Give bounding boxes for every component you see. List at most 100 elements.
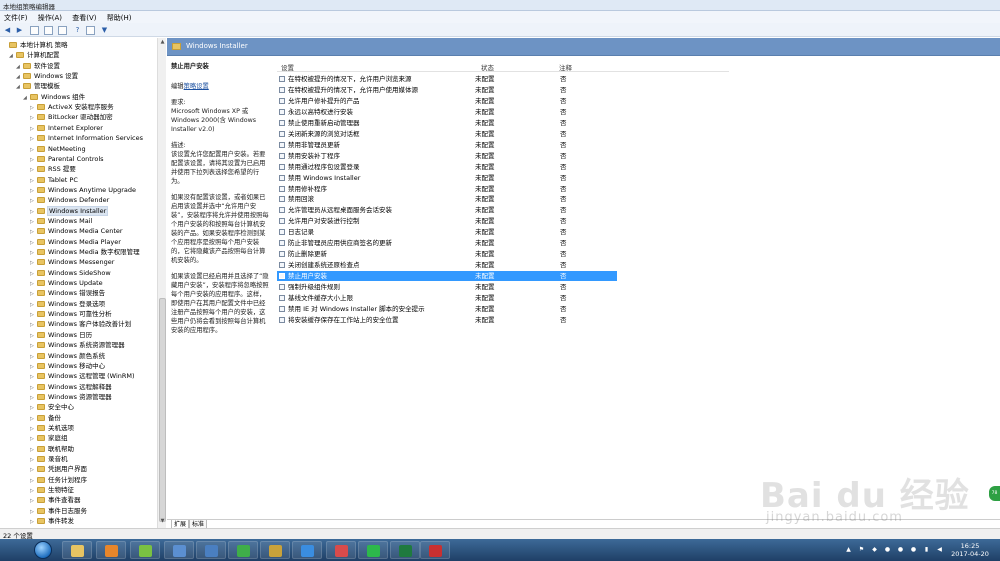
taskbar-app[interactable] xyxy=(292,541,322,559)
scroll-up-icon[interactable]: ▲ xyxy=(159,39,166,47)
tree-item[interactable]: ▷ ActiveX 安装程序服务 xyxy=(30,102,114,112)
tree-item[interactable]: ▷ Windows Installer xyxy=(30,205,109,216)
tree-item[interactable]: ▷ Internet Information Services xyxy=(30,133,143,143)
policy-row[interactable]: 在特权被提升的情况下，允许用户使用媒体源 未配置 否 xyxy=(277,85,617,95)
taskbar-app[interactable] xyxy=(62,541,92,559)
tree-item[interactable]: ▷ Windows Anytime Upgrade xyxy=(30,185,136,195)
policy-row[interactable]: 日志记录 未配置 否 xyxy=(277,227,617,237)
folder-up-icon[interactable] xyxy=(30,26,39,35)
policy-row[interactable]: 防止删除更新 未配置 否 xyxy=(277,249,617,259)
policy-row[interactable]: 关闭新来源的浏览对话框 未配置 否 xyxy=(277,129,617,139)
tree-item[interactable]: ▷ 家庭组 xyxy=(30,433,68,443)
clock[interactable]: 16:25 2017-04-20 xyxy=(950,542,990,558)
tree-item[interactable]: ▷ Parental Controls xyxy=(30,154,104,164)
scroll-down-icon[interactable]: ▼ xyxy=(159,518,166,526)
back-arrow-icon[interactable]: ◀ xyxy=(3,26,12,35)
tree-item[interactable]: ▷ 关机选项 xyxy=(30,423,74,433)
taskbar-app[interactable] xyxy=(260,541,290,559)
edit-policy-link[interactable]: 策略设置 xyxy=(184,83,209,90)
show-hide-tree-icon[interactable] xyxy=(44,26,53,35)
tree-item[interactable]: ▷ 任务计划程序 xyxy=(30,475,87,485)
network-icon[interactable]: ▮ xyxy=(923,546,930,553)
tree-item[interactable]: ▷ Windows 远程解释器 xyxy=(30,382,112,392)
expand-arrow-icon[interactable]: ◢ xyxy=(16,82,23,92)
taskbar-app[interactable] xyxy=(228,541,258,559)
tree-item[interactable]: ▷ Internet Explorer xyxy=(30,123,103,133)
tree-item[interactable]: ▷ Tablet PC xyxy=(30,175,78,185)
expand-arrow-icon[interactable]: ◢ xyxy=(9,51,16,61)
tree-item[interactable]: ▷ 事件查看器 xyxy=(30,495,81,505)
tree-item[interactable]: ▷ Windows 颜色系统 xyxy=(30,351,105,361)
policy-row[interactable]: 基线文件缓存大小上限 未配置 否 xyxy=(277,293,617,303)
tree-item[interactable]: ▷ Windows Update xyxy=(30,278,103,288)
tree-item[interactable]: ▷ Windows Media Center xyxy=(30,226,123,236)
tree-item[interactable]: ▷ Windows 可靠性分析 xyxy=(30,309,112,319)
taskbar-app[interactable] xyxy=(390,541,420,559)
side-badge-icon[interactable]: 78 xyxy=(989,486,1000,501)
tree-item[interactable]: ▷ Windows SideShow xyxy=(30,268,111,278)
tree-item[interactable]: ▷ Windows Defender xyxy=(30,195,109,205)
menu-action[interactable]: 操作(A) xyxy=(34,11,66,23)
tree-item[interactable]: ▷ 事件日志服务 xyxy=(30,506,87,516)
policy-row[interactable]: 禁止使用重新启动管理器 未配置 否 xyxy=(277,118,617,128)
tree-item[interactable]: ▷ Windows Mail xyxy=(30,216,92,226)
tree-item[interactable]: ◢ 软件设置 xyxy=(16,61,60,71)
tree-item[interactable]: ◢ 管理模板 xyxy=(16,81,60,91)
tree-item[interactable]: ▷ 录音机 xyxy=(30,454,68,464)
taskbar-app[interactable] xyxy=(420,541,450,559)
tree-item[interactable]: ◢ 计算机配置 xyxy=(9,50,60,60)
tray-expand-icon[interactable]: ▲ xyxy=(845,546,852,553)
tree-item[interactable]: ▷ NetMeeting xyxy=(30,144,86,154)
tree-item[interactable]: ▷ Windows 远程管理 (WinRM) xyxy=(30,371,135,381)
policy-row[interactable]: 允许管理员从远程桌面服务会话安装 未配置 否 xyxy=(277,205,617,215)
tree-item[interactable]: ▷ BitLocker 驱动器加密 xyxy=(30,112,113,122)
tree-item[interactable]: ▷ Windows 资源管理器 xyxy=(30,392,112,402)
taskbar-app[interactable] xyxy=(196,541,226,559)
policy-row[interactable]: 禁用回滚 未配置 否 xyxy=(277,194,617,204)
tree-item[interactable]: ▷ Windows Media 数字权限管理 xyxy=(30,247,140,257)
policy-row[interactable]: 禁用 Windows Installer 未配置 否 xyxy=(277,173,617,183)
policy-row[interactable]: 禁用通过程序包设置登录 未配置 否 xyxy=(277,162,617,172)
tree-item[interactable]: ◢ Windows 设置 xyxy=(16,71,78,81)
column-note[interactable]: 注释 xyxy=(559,62,572,72)
taskbar-app[interactable] xyxy=(96,541,126,559)
export-list-icon[interactable] xyxy=(58,26,67,35)
tree-scrollbar[interactable]: ▲ ▼ xyxy=(157,38,166,528)
tree-item[interactable]: ▷ RSS 提要 xyxy=(30,164,76,174)
tray-flag-icon[interactable]: ⚑ xyxy=(858,546,865,553)
tree-item[interactable]: ▷ 联机帮助 xyxy=(30,444,74,454)
expand-arrow-icon[interactable]: ▷ xyxy=(30,517,37,527)
policy-row[interactable]: 允许用户修补提升的产品 未配置 否 xyxy=(277,96,617,106)
policy-row[interactable]: 永远以高特权进行安装 未配置 否 xyxy=(277,107,617,117)
help-icon[interactable]: ? xyxy=(73,26,82,35)
tree-item[interactable]: ▷ Windows Messenger xyxy=(30,257,114,267)
tree-item[interactable]: ▷ Windows Media Player xyxy=(30,237,121,247)
menu-view[interactable]: 查看(V) xyxy=(68,11,100,23)
tree-item[interactable]: ▷ 生物特征 xyxy=(30,485,74,495)
tree-item[interactable]: ▷ 安全中心 xyxy=(30,402,74,412)
tray-security-icon[interactable]: ◆ xyxy=(871,546,878,553)
column-state[interactable]: 状态 xyxy=(481,62,494,72)
taskbar-app[interactable] xyxy=(358,541,388,559)
taskbar-app[interactable] xyxy=(326,541,356,559)
policy-row[interactable]: 允许用户对安装进行控制 未配置 否 xyxy=(277,216,617,226)
tree-item[interactable]: ▷ Windows 移动中心 xyxy=(30,361,105,371)
policy-row[interactable]: 关闭创建系统还原检查点 未配置 否 xyxy=(277,260,617,270)
policy-row[interactable]: 禁用非管理员更新 未配置 否 xyxy=(277,140,617,150)
taskbar-app[interactable] xyxy=(164,541,194,559)
policy-row[interactable]: 禁用安装补丁程序 未配置 否 xyxy=(277,151,617,161)
tray-app-icon[interactable]: ● xyxy=(910,546,917,553)
menu-help[interactable]: 帮助(H) xyxy=(103,11,136,23)
tree-item[interactable]: ▷ Windows 日历 xyxy=(30,330,92,340)
policy-row[interactable]: 在特权被提升的情况下，允许用户浏览来源 未配置 否 xyxy=(277,74,617,84)
forward-arrow-icon[interactable]: ▶ xyxy=(15,26,24,35)
policy-row[interactable]: 禁止用户安装 未配置 否 xyxy=(277,271,617,282)
tree-item[interactable]: ▷ 事件转发 xyxy=(30,516,74,526)
tray-app-icon[interactable]: ● xyxy=(884,546,891,553)
tree-item[interactable]: ▷ Windows 错误报告 xyxy=(30,288,105,298)
tree-item[interactable]: ▷ 凭据用户界面 xyxy=(30,464,87,474)
policy-row[interactable]: 将安装缓存保存在工作站上的安全位置 未配置 否 xyxy=(277,315,617,325)
expand-arrow-icon[interactable]: ◢ xyxy=(23,93,30,103)
scroll-thumb[interactable] xyxy=(159,298,166,522)
properties-icon[interactable] xyxy=(86,26,95,35)
